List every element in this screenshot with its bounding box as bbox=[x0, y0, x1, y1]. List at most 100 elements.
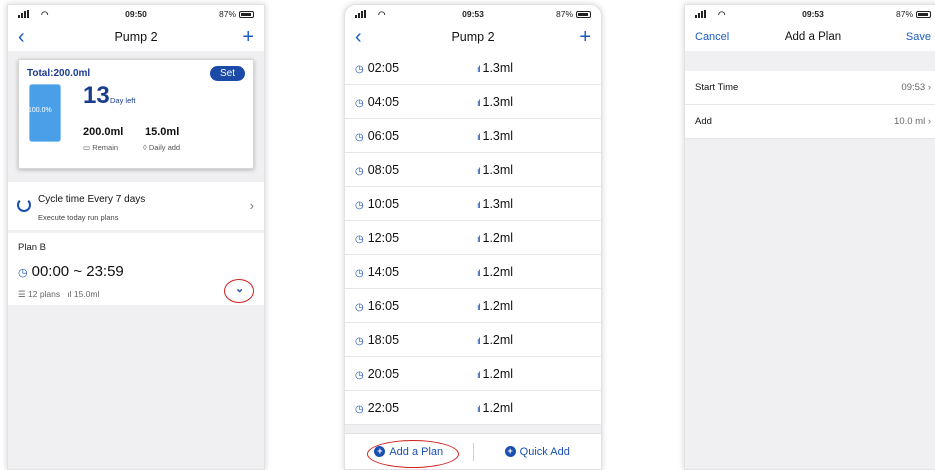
schedule-time: ◷ 06:05 bbox=[355, 128, 400, 143]
schedule-amount: ıl 1.3ml bbox=[477, 128, 514, 143]
drop-icon: ◊ bbox=[143, 143, 147, 152]
bottle-level: 100.0% bbox=[28, 84, 61, 142]
bar-chart-icon: ıl bbox=[477, 267, 480, 278]
schedule-row[interactable]: ◷ 10:05 ıl 1.3ml bbox=[345, 187, 601, 221]
quick-add-button[interactable]: + Quick Add bbox=[474, 446, 602, 458]
clock-icon: ◷ bbox=[355, 335, 364, 347]
add-plan-button[interactable]: + Add a Plan bbox=[345, 446, 473, 458]
pump-summary-card: Total:200.0ml Set 100.0% 13 Day left 200… bbox=[18, 59, 254, 169]
daily-add-value: 15.0ml bbox=[145, 126, 180, 138]
back-icon[interactable]: ‹ bbox=[355, 27, 362, 47]
clock-icon: ◷ bbox=[355, 131, 364, 143]
save-button[interactable]: Save bbox=[906, 31, 931, 43]
days-left-label: Day left bbox=[110, 96, 136, 105]
schedule-amount: ıl 1.2ml bbox=[477, 366, 514, 381]
add-icon[interactable]: + bbox=[579, 27, 591, 47]
schedule-row[interactable]: ◷ 08:05 ıl 1.3ml bbox=[345, 153, 601, 187]
clock-icon: ◷ bbox=[355, 301, 364, 313]
cycle-title: Cycle time Every 7 days bbox=[38, 194, 146, 205]
nav-bar: ‹ Pump 2 + bbox=[8, 23, 264, 51]
signal-icon bbox=[695, 10, 706, 18]
chevron-down-icon: ⌄ bbox=[235, 283, 245, 295]
plus-circle-icon: + bbox=[374, 446, 386, 457]
plan-settings: Start Time 09:53 › Add 10.0 ml › bbox=[685, 71, 935, 139]
page-title: Pump 2 bbox=[114, 30, 158, 44]
schedule-time: ◷ 02:05 bbox=[355, 60, 400, 75]
expand-button[interactable]: ⌄ bbox=[224, 279, 254, 303]
bar-chart-icon: ıl bbox=[477, 199, 480, 210]
nav-bar: Cancel Add a Plan Save bbox=[685, 23, 935, 51]
chevron-right-icon: › bbox=[927, 116, 931, 127]
schedule-screen: ◠ 09:53 87% ‹ Pump 2 + ◷ 02:05 ıl 1.3ml ◷ 04:… bbox=[344, 4, 602, 470]
schedule-time: ◷ 18:05 bbox=[355, 332, 400, 347]
remain-label: ▭ Remain bbox=[83, 143, 119, 152]
start-time-row[interactable]: Start Time 09:53 › bbox=[685, 71, 935, 105]
plan-meta: ☰ 12 plans ıl 15.0ml bbox=[18, 289, 100, 299]
bar-chart-icon: ıl bbox=[477, 301, 480, 312]
plus-circle-icon: + bbox=[504, 446, 516, 457]
schedule-amount: ıl 1.3ml bbox=[477, 196, 514, 211]
schedule-time: ◷ 22:05 bbox=[355, 400, 400, 415]
schedule-time: ◷ 10:05 bbox=[355, 196, 400, 211]
schedule-row[interactable]: ◷ 18:05 ıl 1.2ml bbox=[345, 323, 601, 357]
bar-chart-icon: ıl bbox=[477, 369, 480, 380]
schedule-row[interactable]: ◷ 02:05 ıl 1.3ml bbox=[345, 51, 601, 85]
add-plan-screen: ◠ 09:53 87% Cancel Add a Plan Save Start… bbox=[684, 4, 935, 470]
status-bar: ◠ 09:53 87% bbox=[345, 5, 601, 23]
battery-icon bbox=[576, 10, 591, 18]
status-time: 09:53 bbox=[802, 9, 824, 19]
schedule-amount: ıl 1.3ml bbox=[477, 94, 514, 109]
start-time-value: 09:53 › bbox=[901, 82, 931, 93]
bottom-action-bar: + Add a Plan + Quick Add bbox=[345, 433, 601, 469]
cycle-time-row[interactable]: Cycle time Every 7 days Execute today ru… bbox=[8, 182, 264, 230]
nav-bar: ‹ Pump 2 + bbox=[345, 23, 601, 51]
schedule-row[interactable]: ◷ 06:05 ıl 1.3ml bbox=[345, 119, 601, 153]
clock-icon: ◷ bbox=[355, 267, 364, 279]
daily-add-label: ◊ Daily add bbox=[143, 143, 181, 152]
cancel-button[interactable]: Cancel bbox=[695, 31, 729, 43]
schedule-time: ◷ 04:05 bbox=[355, 94, 400, 109]
signal-icon bbox=[18, 10, 29, 18]
status-time: 09:53 bbox=[462, 9, 484, 19]
signal-icon bbox=[355, 10, 366, 18]
set-button[interactable]: Set bbox=[209, 66, 245, 81]
battery-percent: 87% bbox=[555, 9, 573, 19]
pump-detail-screen: ◠ 09:50 87% ‹ Pump 2 + Total:200.0ml Set… bbox=[7, 4, 265, 470]
clock-icon: ◷ bbox=[355, 199, 364, 211]
schedule-row[interactable]: ◷ 22:05 ıl 1.2ml bbox=[345, 391, 601, 425]
schedule-row[interactable]: ◷ 04:05 ıl 1.3ml bbox=[345, 85, 601, 119]
clock-icon: ◷ bbox=[355, 63, 364, 75]
add-amount-value: 10.0 ml › bbox=[894, 116, 931, 127]
schedule-time: ◷ 12:05 bbox=[355, 230, 400, 245]
plan-time-range: ◷ 00:00 ~ 23:59 bbox=[18, 263, 124, 280]
schedule-amount: ıl 1.2ml bbox=[477, 400, 514, 415]
bar-chart-icon: ıl bbox=[477, 335, 480, 346]
container-icon: ▭ bbox=[83, 143, 91, 152]
schedule-row[interactable]: ◷ 20:05 ıl 1.2ml bbox=[345, 357, 601, 391]
clock-icon: ◷ bbox=[355, 369, 364, 381]
schedule-row[interactable]: ◷ 14:05 ıl 1.2ml bbox=[345, 255, 601, 289]
cycle-subtitle: Execute today run plans bbox=[38, 213, 119, 222]
bar-chart-icon: ıl bbox=[477, 165, 480, 176]
battery-icon bbox=[916, 10, 931, 18]
status-bar: ◠ 09:53 87% bbox=[685, 5, 935, 23]
back-icon[interactable]: ‹ bbox=[18, 27, 25, 47]
add-icon[interactable]: + bbox=[242, 27, 254, 47]
chevron-right-icon: › bbox=[927, 82, 931, 93]
schedule-amount: ıl 1.3ml bbox=[477, 60, 514, 75]
schedule-time: ◷ 20:05 bbox=[355, 366, 400, 381]
bar-chart-icon: ıl bbox=[477, 233, 480, 244]
page-title: Pump 2 bbox=[451, 30, 495, 44]
add-amount-label: Add bbox=[695, 116, 712, 127]
add-amount-row[interactable]: Add 10.0 ml › bbox=[685, 105, 935, 139]
bar-chart-icon: ıl bbox=[477, 131, 480, 142]
status-bar: ◠ 09:50 87% bbox=[8, 5, 264, 23]
schedule-row[interactable]: ◷ 12:05 ıl 1.2ml bbox=[345, 221, 601, 255]
schedule-row[interactable]: ◷ 16:05 ıl 1.2ml bbox=[345, 289, 601, 323]
schedule-amount: ıl 1.2ml bbox=[477, 230, 514, 245]
battery-percent: 87% bbox=[895, 9, 913, 19]
battery-icon bbox=[239, 10, 254, 18]
start-time-label: Start Time bbox=[695, 82, 739, 93]
battery-percent: 87% bbox=[218, 9, 236, 19]
clock-icon: ◷ bbox=[355, 403, 364, 415]
